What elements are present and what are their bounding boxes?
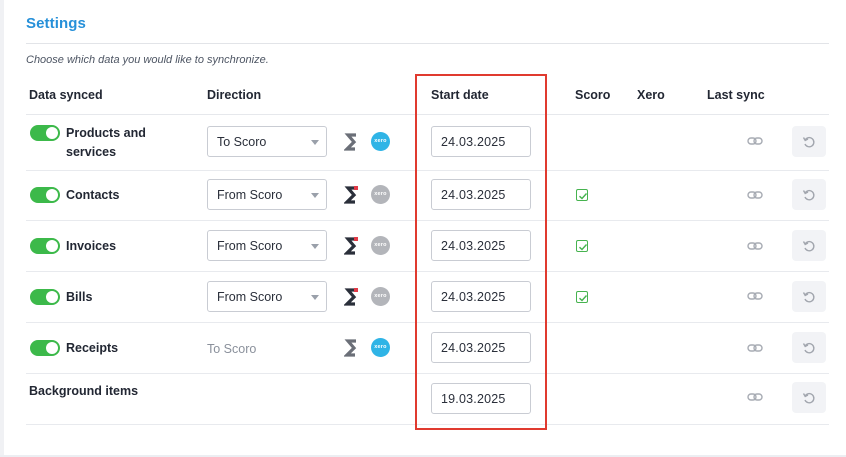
undo-icon — [802, 342, 815, 354]
scoro-logo-icon — [344, 186, 358, 204]
link-icon — [747, 242, 763, 250]
scoro-logo-icon — [344, 288, 358, 306]
undo-icon — [802, 240, 815, 252]
checkbox-checked-icon — [579, 193, 588, 200]
direction-value: To Scoro — [217, 135, 267, 149]
chevron-down-icon — [311, 295, 319, 300]
row-name: Invoices — [66, 239, 117, 253]
link-icon — [747, 292, 763, 300]
undo-icon — [802, 189, 815, 201]
toggle-knob — [46, 127, 58, 139]
direction-value: From Scoro — [217, 188, 283, 202]
toggle-knob — [46, 291, 58, 303]
header-direction: Direction — [207, 88, 262, 102]
undo-button[interactable] — [792, 179, 826, 210]
undo-icon — [802, 136, 815, 148]
xero-logo-icon: xero — [371, 236, 390, 255]
row-name: Contacts — [66, 188, 120, 202]
direction-static: To Scoro — [207, 342, 257, 356]
chevron-down-icon — [311, 193, 319, 198]
scoro-checkbox[interactable] — [576, 189, 588, 201]
xero-logo-icon: xero — [371, 287, 390, 306]
checkbox-checked-icon — [579, 244, 588, 251]
sync-toggle[interactable] — [30, 187, 60, 203]
checkbox-checked-icon — [579, 295, 588, 302]
undo-button[interactable] — [792, 281, 826, 312]
chevron-down-icon — [311, 140, 319, 145]
scoro-checkbox[interactable] — [576, 291, 588, 303]
row-name: Bills — [66, 290, 93, 304]
scoro-checkbox[interactable] — [576, 240, 588, 252]
row-name: Background items — [29, 384, 139, 398]
sync-toggle[interactable] — [30, 289, 60, 305]
header-data-synced: Data synced — [29, 88, 103, 102]
undo-button[interactable] — [792, 126, 826, 157]
link-icon — [747, 137, 763, 145]
direction-select[interactable]: From Scoro — [207, 230, 327, 261]
toggle-knob — [46, 240, 58, 252]
row-name: Products and services — [66, 126, 146, 159]
direction-value: From Scoro — [217, 239, 283, 253]
undo-icon — [802, 392, 815, 404]
undo-button[interactable] — [792, 382, 826, 413]
direction-select[interactable]: From Scoro — [207, 179, 327, 210]
undo-button[interactable] — [792, 332, 826, 363]
row-name: Receipts — [66, 341, 119, 355]
direction-select[interactable]: From Scoro — [207, 281, 327, 312]
link-icon — [747, 344, 763, 352]
sync-toggle[interactable] — [30, 238, 60, 254]
header-scoro: Scoro — [575, 88, 611, 102]
xero-logo-icon: xero — [371, 185, 390, 204]
direction-select[interactable]: To Scoro — [207, 126, 327, 157]
scoro-logo-icon — [344, 133, 357, 151]
title-divider — [26, 43, 829, 44]
sync-toggle[interactable] — [30, 340, 60, 356]
toggle-knob — [46, 189, 58, 201]
undo-button[interactable] — [792, 230, 826, 261]
link-icon — [747, 393, 763, 401]
scoro-logo-icon — [344, 237, 358, 255]
xero-logo-icon: xero — [371, 132, 390, 151]
header-last-sync: Last sync — [707, 88, 765, 102]
settings-subtitle: Choose which data you would like to sync… — [26, 54, 269, 66]
header-xero: Xero — [637, 88, 665, 102]
xero-logo-icon: xero — [371, 338, 390, 357]
undo-icon — [802, 291, 815, 303]
scoro-logo-icon — [344, 339, 357, 357]
start-date-highlight-box — [415, 74, 547, 430]
left-edge-strip — [0, 0, 4, 457]
chevron-down-icon — [311, 244, 319, 249]
settings-title: Settings — [26, 15, 86, 32]
sync-toggle[interactable] — [30, 125, 60, 141]
toggle-knob — [46, 342, 58, 354]
link-icon — [747, 191, 763, 199]
direction-value: From Scoro — [217, 290, 283, 304]
